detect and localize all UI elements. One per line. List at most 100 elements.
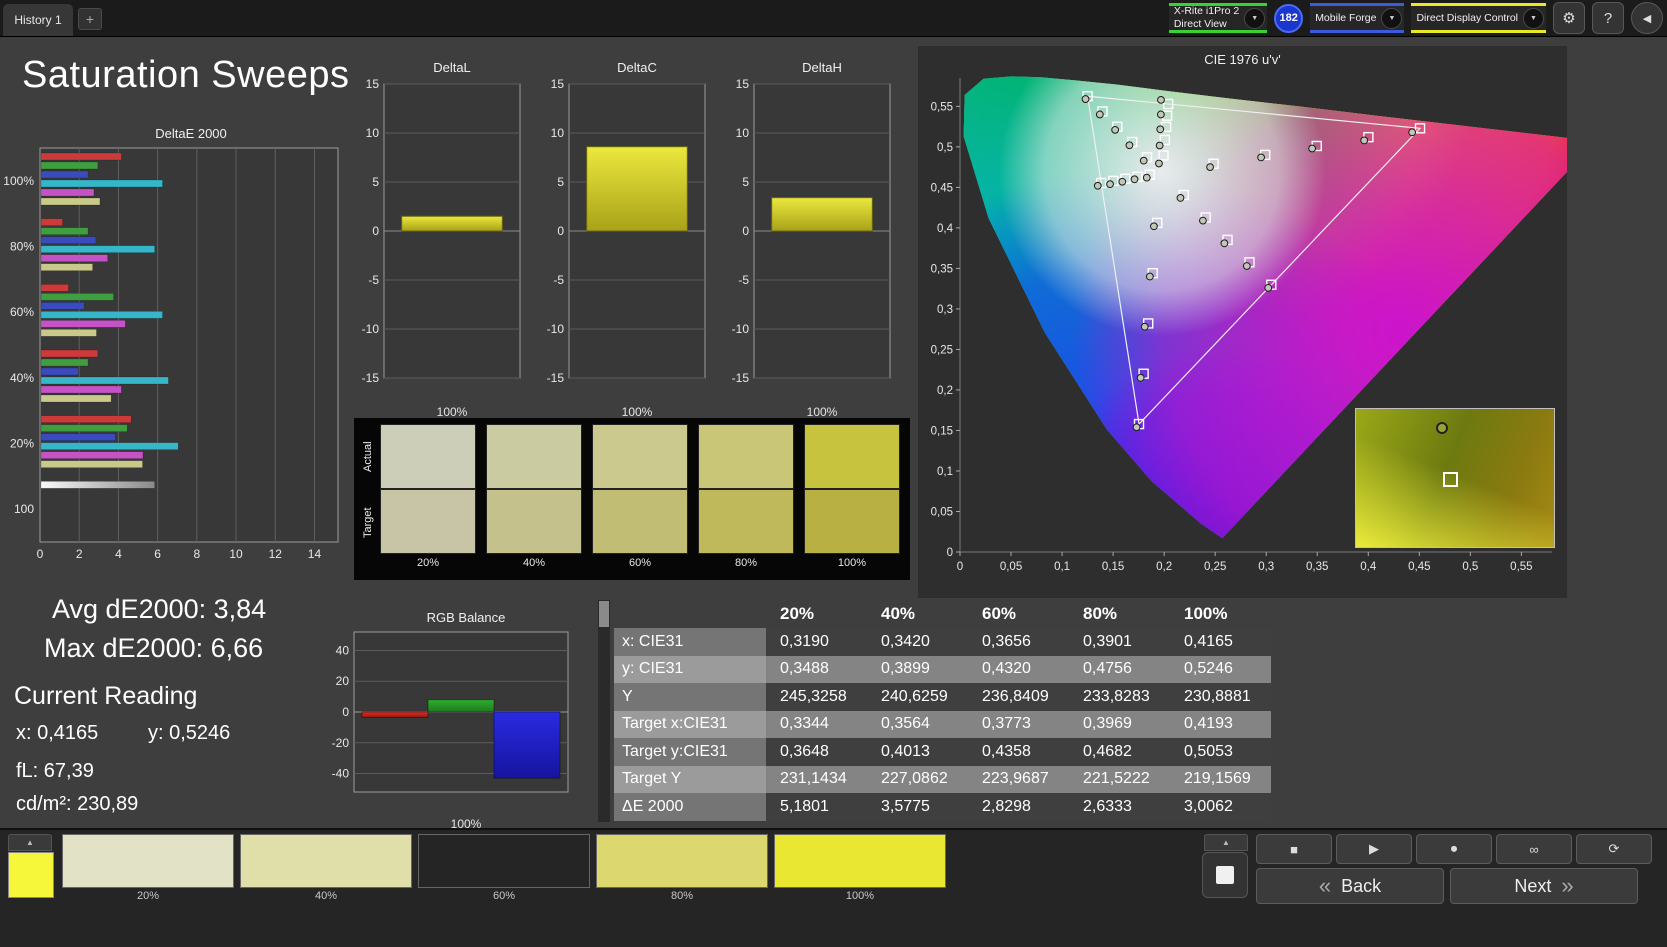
- patch-button-100%[interactable]: 100%: [774, 834, 946, 906]
- current-cdm2-value: cd/m²: 230,89: [16, 793, 139, 815]
- scrollbar-thumb[interactable]: [599, 601, 609, 627]
- next-button[interactable]: Next »: [1450, 868, 1638, 904]
- svg-text:5: 5: [372, 175, 379, 189]
- deltah-chart-title: DeltaH: [802, 60, 842, 75]
- table-cell: 0,3773: [968, 710, 1069, 738]
- table-cell: 0,3564: [867, 710, 968, 738]
- patch-swatch[interactable]: [62, 834, 234, 888]
- svg-text:15: 15: [366, 78, 380, 91]
- play-button[interactable]: ▶: [1336, 834, 1412, 864]
- deltae2000-svg: 0 2 4 6 8 10 12 14 100% 80% 60% 40% 20% 100: [3, 147, 339, 561]
- swatch-column-80%: 80%: [698, 424, 794, 578]
- table-cell: 3,5775: [867, 793, 968, 821]
- patch-button-40%[interactable]: 40%: [240, 834, 412, 906]
- patch-row: 20% 40% 60% 80% 100%: [62, 834, 946, 906]
- svg-text:80%: 80%: [10, 240, 34, 254]
- chevron-down-icon[interactable]: ▼: [1244, 7, 1266, 29]
- main-content: Saturation Sweeps DeltaE 2000 0 2 4 6 8 10 12 1…: [0, 36, 1667, 831]
- current-reading-heading: Current Reading: [14, 682, 198, 710]
- swatch-column-label: 60%: [628, 557, 652, 569]
- patch-swatch[interactable]: [240, 834, 412, 888]
- patch-swatch[interactable]: [418, 834, 590, 888]
- deltah-box-svg: 15 10 5 0 -5 -10 -15: [732, 77, 891, 385]
- collapse-panel-button[interactable]: ◀: [1631, 2, 1663, 34]
- svg-text:100: 100: [14, 502, 34, 516]
- actual-swatch-40%: [486, 424, 582, 489]
- target-marker: [1443, 472, 1459, 487]
- display-control-dropdown[interactable]: Direct Display Control ▼: [1411, 3, 1546, 33]
- strip-row-label-actual: Actual: [362, 441, 374, 473]
- patch-label: 20%: [136, 890, 160, 902]
- help-icon: ?: [1603, 9, 1613, 27]
- strip-row-label-target: Target: [362, 507, 374, 539]
- patch-swatch[interactable]: [596, 834, 768, 888]
- table-scrollbar[interactable]: [598, 600, 610, 822]
- patch-swatch[interactable]: [774, 834, 946, 888]
- svg-text:0,1: 0,1: [937, 466, 953, 478]
- patch-button-60%[interactable]: 60%: [418, 834, 590, 906]
- table-row-2: y: CIE31 0,3488 0,3899 0,4320 0,4756 0,5246: [614, 655, 1272, 683]
- patch-window-button[interactable]: [1202, 852, 1248, 898]
- svg-text:20%: 20%: [10, 437, 34, 451]
- svg-text:2: 2: [76, 547, 83, 561]
- svg-text:0,05: 0,05: [1000, 561, 1022, 573]
- svg-text:15: 15: [736, 78, 750, 91]
- patch-button-20%[interactable]: 20%: [62, 834, 234, 906]
- current-x-value: x: 0,4165: [16, 722, 99, 744]
- chevron-down-icon[interactable]: ▼: [1381, 7, 1403, 29]
- actual-swatch-80%: [698, 424, 794, 489]
- table-cell: 231,1434: [766, 765, 867, 793]
- table-cell: 227,0862: [867, 765, 968, 793]
- target-swatch-20%: [380, 489, 476, 554]
- svg-text:0,45: 0,45: [931, 182, 953, 194]
- actual-swatch-60%: [592, 424, 688, 489]
- record-button[interactable]: ⏺: [1416, 834, 1492, 864]
- continuous-button[interactable]: ∞: [1496, 834, 1572, 864]
- display-control-label: Direct Display Control: [1416, 11, 1518, 24]
- eject-right-button[interactable]: ▲: [1204, 834, 1248, 851]
- actual-swatch-20%: [380, 424, 476, 489]
- patch-label: 80%: [670, 890, 694, 902]
- svg-text:0: 0: [372, 224, 379, 238]
- deltac-chart-title: DeltaC: [617, 60, 657, 75]
- svg-text:10: 10: [551, 126, 565, 140]
- svg-text:8: 8: [193, 547, 200, 561]
- stop-button[interactable]: ■: [1256, 834, 1332, 864]
- deltac-chart: 15 10 5 0 -5 -10 -15: [537, 77, 709, 405]
- patch-button-80%[interactable]: 80%: [596, 834, 768, 906]
- swatch-column-label: 40%: [522, 557, 546, 569]
- svg-text:0: 0: [742, 224, 749, 238]
- table-cell: 0,5053: [1170, 738, 1271, 766]
- svg-text:0,5: 0,5: [1462, 561, 1478, 573]
- svg-text:0,2: 0,2: [1156, 561, 1172, 573]
- table-row-6: Target Y 231,1434 227,0862 223,9687 221,5222…: [614, 765, 1272, 793]
- deltah-chart-panel: DeltaH 15 10 5 0 -5 -10 -15 100%: [722, 60, 894, 421]
- chevron-down-icon[interactable]: ▼: [1523, 7, 1544, 29]
- back-button[interactable]: « Back: [1256, 868, 1444, 904]
- table-row-label: Target Y: [614, 765, 766, 793]
- table-header-cell: 20%: [780, 604, 815, 623]
- svg-text:0,55: 0,55: [1510, 561, 1532, 573]
- svg-text:0,1: 0,1: [1054, 561, 1070, 573]
- patch-label: 100%: [845, 890, 875, 902]
- reading-count-badge: 182: [1274, 3, 1304, 33]
- table-cell: 245,3258: [766, 683, 867, 711]
- source-selector-dropdown[interactable]: Mobile Forge ▼: [1310, 3, 1405, 33]
- tab-history-1[interactable]: History 1: [3, 4, 73, 36]
- max-de2000-stat: Max dE2000: 6,66: [44, 633, 264, 663]
- svg-text:-10: -10: [732, 322, 750, 336]
- table-row-label: Y: [614, 683, 766, 711]
- eject-left-button[interactable]: ▲: [8, 834, 52, 851]
- help-button[interactable]: ?: [1592, 2, 1624, 34]
- add-tab-button[interactable]: +: [78, 8, 102, 30]
- meter-selector-dropdown[interactable]: X-Rite i1Pro 2 Direct View ▼: [1168, 3, 1268, 33]
- svg-text:0,45: 0,45: [1408, 561, 1430, 573]
- chevrons-left-icon: «: [1318, 873, 1332, 898]
- refresh-button[interactable]: ⟳: [1576, 834, 1652, 864]
- deltae2000-chart-title: DeltaE 2000: [155, 126, 227, 141]
- svg-text:0,25: 0,25: [1204, 561, 1226, 573]
- svg-text:60%: 60%: [10, 305, 34, 319]
- table-cell: 0,5246: [1170, 655, 1271, 683]
- settings-button[interactable]: ⚙: [1553, 2, 1585, 34]
- play-icon: ▶: [1369, 841, 1379, 856]
